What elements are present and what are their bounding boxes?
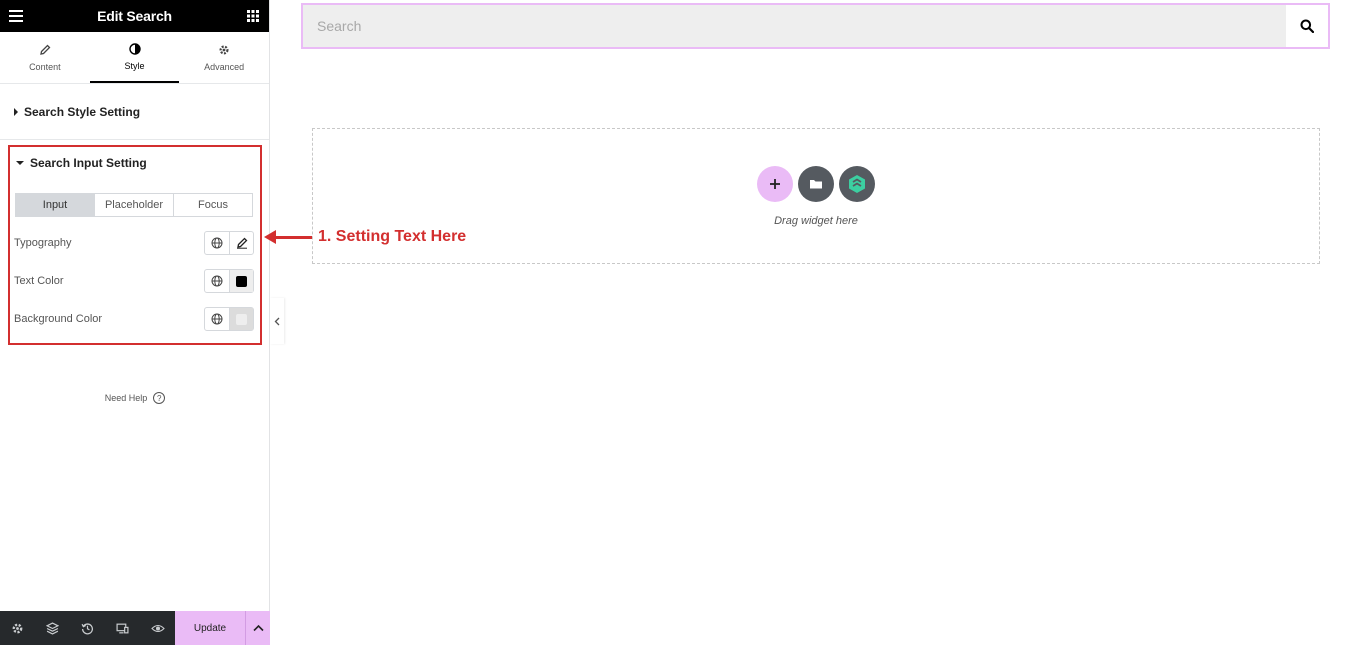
text-color-swatch[interactable] <box>229 270 253 292</box>
search-widget <box>301 3 1330 49</box>
section-header[interactable]: Search Input Setting <box>16 156 147 170</box>
template-library-folder-icon[interactable] <box>798 166 834 202</box>
panel-footer: Update <box>0 611 270 645</box>
history-icon[interactable] <box>70 611 105 645</box>
hamburger-menu-icon[interactable] <box>8 8 24 24</box>
panel-title: Edit Search <box>97 8 172 24</box>
control-buttons <box>204 231 254 255</box>
state-tab-placeholder[interactable]: Placeholder <box>95 194 174 216</box>
pencil-icon <box>39 44 51 55</box>
update-options-chevron-up-icon[interactable] <box>245 611 270 645</box>
control-label: Text Color <box>14 275 64 287</box>
search-input[interactable] <box>303 5 1286 47</box>
global-globe-icon[interactable] <box>205 270 229 292</box>
control-label: Background Color <box>14 313 103 325</box>
caret-down-icon <box>16 161 24 165</box>
arrow-line <box>276 235 312 239</box>
annotation-callout: 1. Setting Text Here <box>264 226 466 248</box>
control-text-color: Text Color <box>14 269 254 293</box>
control-background-color: Background Color <box>14 307 254 331</box>
control-buttons <box>204 269 254 293</box>
tab-advanced[interactable]: Advanced <box>179 32 269 83</box>
collapse-panel-chevron-left-icon[interactable] <box>270 298 284 344</box>
question-circle-icon: ? <box>153 392 166 404</box>
layers-icon[interactable] <box>35 611 70 645</box>
drop-zone-buttons <box>313 166 1319 202</box>
update-button[interactable]: Update <box>175 611 245 645</box>
annotation-text: 1. Setting Text Here <box>318 228 467 245</box>
control-label: Typography <box>14 237 72 249</box>
background-color-swatch[interactable] <box>229 308 253 330</box>
contrast-icon <box>128 42 141 55</box>
state-tabs: Input Placeholder Focus <box>15 193 253 217</box>
state-tab-focus[interactable]: Focus <box>174 194 252 216</box>
section-search-input-setting: Search Input Setting Input Placeholder F… <box>8 145 262 345</box>
tab-advanced-label: Advanced <box>204 61 245 72</box>
editor-app: Edit Search Content Style Advanced Searc… <box>0 0 1349 645</box>
settings-gear-icon[interactable] <box>0 611 35 645</box>
responsive-mode-icon[interactable] <box>105 611 140 645</box>
panel-header: Edit Search <box>0 0 269 32</box>
color-swatch <box>236 275 247 287</box>
color-swatch <box>236 313 247 325</box>
tab-content[interactable]: Content <box>0 32 90 83</box>
add-section-plus-icon[interactable] <box>757 166 793 202</box>
panel-tabs: Content Style Advanced <box>0 32 269 84</box>
tab-style[interactable]: Style <box>89 32 180 83</box>
tab-content-label: Content <box>29 61 61 72</box>
control-buttons <box>204 307 254 331</box>
addon-logo-icon[interactable] <box>839 166 875 202</box>
preview-eye-icon[interactable] <box>140 611 175 645</box>
need-help-label: Need Help <box>104 393 148 403</box>
need-help-link[interactable]: Need Help ? <box>0 392 270 404</box>
edit-pencil-icon[interactable] <box>229 232 253 254</box>
section-search-style-setting[interactable]: Search Style Setting <box>0 84 269 140</box>
global-globe-icon[interactable] <box>205 232 229 254</box>
control-typography: Typography <box>14 231 254 255</box>
widgets-grid-icon[interactable] <box>245 8 261 24</box>
gear-icon <box>219 44 229 55</box>
global-globe-icon[interactable] <box>205 308 229 330</box>
caret-right-icon <box>14 107 18 116</box>
section-title: Search Style Setting <box>24 104 141 119</box>
section-title: Search Input Setting <box>30 156 147 170</box>
tab-style-label: Style <box>124 60 145 71</box>
state-tab-input[interactable]: Input <box>16 194 95 216</box>
arrow-left-icon <box>264 230 276 244</box>
search-icon[interactable] <box>1286 5 1328 47</box>
editor-panel: Edit Search Content Style Advanced Searc… <box>0 0 270 645</box>
